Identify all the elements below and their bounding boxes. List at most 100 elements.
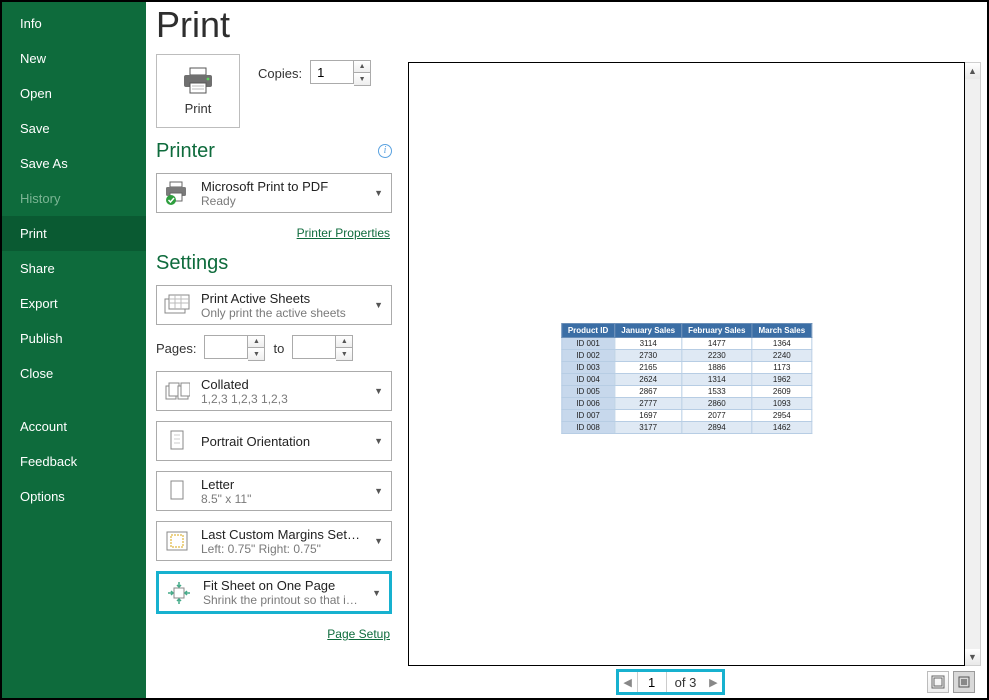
collate-sub: 1,2,3 1,2,3 1,2,3 — [201, 392, 362, 406]
show-margins-button[interactable] — [927, 671, 949, 693]
pages-from-up[interactable]: ▲ — [248, 336, 264, 348]
scaling-sub: Shrink the printout so that it… — [203, 593, 360, 607]
app-root: Info New Open Save Save As History Print… — [0, 0, 989, 700]
copies-down[interactable]: ▼ — [354, 73, 370, 85]
preview-scrollbar[interactable]: ▲ ▼ — [965, 62, 981, 666]
chevron-down-icon: ▼ — [372, 386, 385, 396]
print-what-title: Print Active Sheets — [201, 291, 362, 306]
sidebar-item-share[interactable]: Share — [2, 251, 146, 286]
page-title: Print — [146, 2, 987, 54]
paper-sub: 8.5" x 11" — [201, 492, 362, 506]
margins-icon — [163, 527, 191, 555]
pages-to-label: to — [273, 341, 284, 356]
table-header: January Sales — [615, 324, 682, 338]
fit-page-icon — [165, 579, 193, 607]
backstage-sidebar: Info New Open Save Save As History Print… — [2, 2, 146, 698]
print-preview: Product IDJanuary SalesFebruary SalesMar… — [408, 62, 965, 666]
page-setup-link[interactable]: Page Setup — [327, 627, 390, 641]
scaling-selector[interactable]: Fit Sheet on One Page Shrink the printou… — [156, 571, 392, 614]
table-row: ID 008317728941462 — [561, 422, 811, 434]
paper-icon — [163, 477, 191, 505]
chevron-down-icon: ▼ — [372, 486, 385, 496]
chevron-down-icon: ▼ — [372, 188, 385, 198]
collate-selector[interactable]: Collated 1,2,3 1,2,3 1,2,3 ▼ — [156, 371, 392, 411]
zoom-to-page-button[interactable] — [953, 671, 975, 693]
table-row: ID 007169720772954 — [561, 410, 811, 422]
print-button-label: Print — [185, 101, 212, 116]
chevron-down-icon: ▼ — [372, 300, 385, 310]
printer-icon — [181, 67, 215, 95]
sidebar-item-new[interactable]: New — [2, 41, 146, 76]
page-count-label: of 3 — [667, 675, 705, 690]
printer-name: Microsoft Print to PDF — [201, 179, 362, 194]
pages-label: Pages: — [156, 341, 196, 356]
sidebar-item-publish[interactable]: Publish — [2, 321, 146, 356]
table-row: ID 006277728601093 — [561, 398, 811, 410]
pages-from-input[interactable] — [204, 335, 248, 359]
paper-title: Letter — [201, 477, 362, 492]
scroll-up-icon[interactable]: ▲ — [965, 63, 980, 79]
main-panel: Print — [146, 2, 987, 698]
print-what-sub: Only print the active sheets — [201, 306, 362, 320]
pages-range: Pages: ▲▼ to ▲▼ — [156, 335, 392, 361]
margins-sub: Left: 0.75" Right: 0.75" — [201, 542, 362, 556]
table-header: February Sales — [682, 324, 752, 338]
collate-title: Collated — [201, 377, 362, 392]
pages-to-down[interactable]: ▼ — [336, 348, 352, 360]
printer-properties-link[interactable]: Printer Properties — [297, 226, 390, 240]
pages-to-input[interactable] — [292, 335, 336, 359]
next-page-button[interactable]: ▶ — [704, 672, 722, 692]
page-navigator[interactable]: ◀ of 3 ▶ — [616, 669, 726, 695]
pages-from-spinner[interactable]: ▲▼ — [204, 335, 265, 361]
copies-spinner[interactable]: ▲ ▼ — [310, 60, 371, 86]
copies-input[interactable] — [310, 60, 354, 84]
sidebar-item-feedback[interactable]: Feedback — [2, 444, 146, 479]
sidebar-item-save[interactable]: Save — [2, 111, 146, 146]
sidebar-item-export[interactable]: Export — [2, 286, 146, 321]
chevron-down-icon: ▼ — [372, 536, 385, 546]
printer-selector[interactable]: Microsoft Print to PDF Ready ▼ — [156, 173, 392, 213]
orientation-selector[interactable]: Portrait Orientation ▼ — [156, 421, 392, 461]
table-row: ID 002273022302240 — [561, 350, 811, 362]
printer-info-icon[interactable]: i — [378, 144, 392, 158]
table-row: ID 004262413141962 — [561, 374, 811, 386]
sidebar-item-account[interactable]: Account — [2, 409, 146, 444]
chevron-down-icon: ▼ — [372, 436, 385, 446]
print-controls: Print Copies: ▲ ▼ Print — [146, 54, 402, 698]
sheets-icon — [163, 291, 191, 319]
sidebar-item-info[interactable]: Info — [2, 6, 146, 41]
print-button[interactable]: Print — [156, 54, 240, 128]
printer-heading: Printer — [156, 140, 215, 163]
copies-label: Copies: — [258, 66, 302, 81]
scaling-title: Fit Sheet on One Page — [203, 578, 360, 593]
sidebar-item-options[interactable]: Options — [2, 479, 146, 514]
table-row: ID 001311414771364 — [561, 338, 811, 350]
sidebar-item-saveas[interactable]: Save As — [2, 146, 146, 181]
preview-data-table: Product IDJanuary SalesFebruary SalesMar… — [561, 323, 812, 434]
settings-heading: Settings — [156, 252, 392, 275]
orientation-title: Portrait Orientation — [201, 434, 362, 449]
current-page-input[interactable] — [637, 672, 667, 692]
sidebar-item-close[interactable]: Close — [2, 356, 146, 391]
prev-page-button[interactable]: ◀ — [619, 672, 637, 692]
pages-to-up[interactable]: ▲ — [336, 336, 352, 348]
table-header: Product ID — [561, 324, 614, 338]
table-row: ID 003216518861173 — [561, 362, 811, 374]
sidebar-item-history: History — [2, 181, 146, 216]
pages-from-down[interactable]: ▼ — [248, 348, 264, 360]
margins-selector[interactable]: Last Custom Margins Setting Left: 0.75" … — [156, 521, 392, 561]
table-row: ID 005286715332609 — [561, 386, 811, 398]
scroll-down-icon[interactable]: ▼ — [965, 649, 980, 665]
sidebar-item-open[interactable]: Open — [2, 76, 146, 111]
pages-to-spinner[interactable]: ▲▼ — [292, 335, 353, 361]
paper-selector[interactable]: Letter 8.5" x 11" ▼ — [156, 471, 392, 511]
sidebar-item-print[interactable]: Print — [2, 216, 146, 251]
portrait-icon — [163, 427, 191, 455]
print-what-selector[interactable]: Print Active Sheets Only print the activ… — [156, 285, 392, 325]
collate-icon — [163, 377, 191, 405]
preview-column: Product IDJanuary SalesFebruary SalesMar… — [402, 54, 987, 698]
printer-status: Ready — [201, 194, 362, 208]
chevron-down-icon: ▼ — [370, 588, 383, 598]
copies-up[interactable]: ▲ — [354, 61, 370, 73]
preview-bottom-bar: ◀ of 3 ▶ — [408, 666, 981, 698]
